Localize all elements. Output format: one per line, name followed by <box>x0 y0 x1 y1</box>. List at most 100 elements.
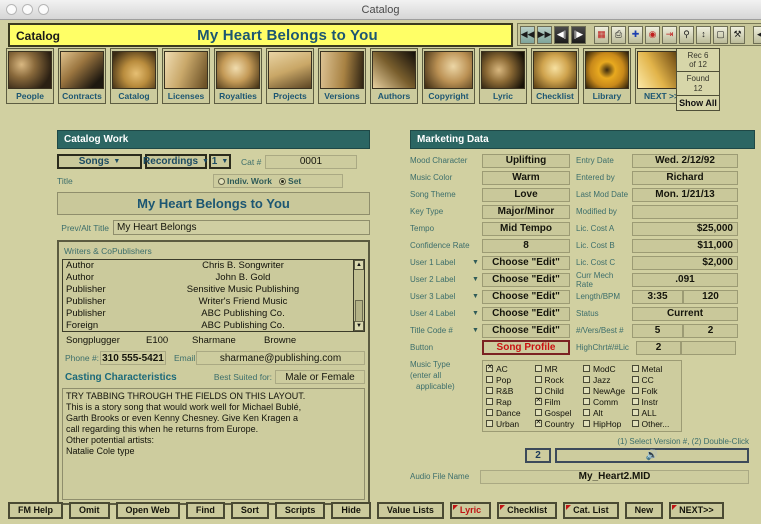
song-profile-button[interactable]: Song Profile <box>482 340 570 355</box>
checkbox-icon[interactable] <box>486 398 493 405</box>
print-icon[interactable]: ⎙ <box>611 25 626 44</box>
music-type-hiphop[interactable]: HipHop <box>583 418 630 429</box>
layout-mode-icon[interactable]: ▦ <box>594 25 609 44</box>
music-type-modc[interactable]: ModC <box>583 363 630 374</box>
status-badge[interactable]: Current <box>632 306 738 321</box>
checkbox-icon[interactable] <box>486 387 493 394</box>
writers-list-scrollbar[interactable]: ▲ ▼ <box>353 260 364 331</box>
chevron-down-icon[interactable]: ▼ <box>472 293 482 300</box>
best-field[interactable]: 2 <box>683 323 738 338</box>
key-type-field[interactable]: Major/Minor <box>482 204 570 219</box>
new-button[interactable]: New <box>624 501 664 519</box>
trash-icon[interactable]: ▢ <box>713 25 728 44</box>
open-web-button[interactable]: Open Web <box>115 501 180 519</box>
music-type-checkbox-group[interactable]: AC MR ModC Metal Pop Rock Jazz CC R&B Ch… <box>482 360 682 432</box>
modified-by-field[interactable] <box>632 204 738 219</box>
checkbox-icon[interactable] <box>583 420 590 427</box>
vers-field[interactable]: 5 <box>632 323 683 338</box>
music-type-rnb[interactable]: R&B <box>486 385 533 396</box>
music-color-field[interactable]: Warm <box>482 170 570 185</box>
song-theme-field[interactable]: Love <box>482 187 570 202</box>
email-field[interactable]: sharmane@publishing.com <box>196 351 365 365</box>
nav-tile-authors[interactable]: Authors <box>370 48 418 104</box>
chevron-down-icon[interactable]: ▼ <box>472 259 482 266</box>
music-type-jazz[interactable]: Jazz <box>583 374 630 385</box>
title-field[interactable]: My Heart Belongs to You <box>57 192 370 215</box>
chevron-down-icon[interactable]: ▼ <box>472 276 482 283</box>
checkbox-icon[interactable] <box>486 364 493 372</box>
lic-cost-c-field[interactable]: $2,000 <box>632 255 738 270</box>
best-suited-field[interactable]: Male or Female <box>275 370 365 384</box>
music-type-comm[interactable]: Comm <box>583 396 630 407</box>
nav-tile-checklist[interactable]: Checklist <box>531 48 579 104</box>
lyric-button[interactable]: Lyric <box>449 501 492 519</box>
checklist-button[interactable]: Checklist <box>497 501 558 519</box>
go-to-first-record-icon[interactable]: ◀◀ <box>520 25 535 44</box>
entry-date-field[interactable]: Wed. 2/12/92 <box>632 153 738 168</box>
checkbox-icon[interactable] <box>534 409 542 416</box>
audio-play-button[interactable]: 🔊 <box>555 448 749 463</box>
user-2-field[interactable]: Choose "Edit" <box>482 272 570 287</box>
table-row[interactable]: Publisher Writer's Friend Music <box>63 296 364 308</box>
checkbox-icon[interactable] <box>583 409 590 416</box>
music-type-alt[interactable]: Alt <box>583 407 630 418</box>
music-type-metal[interactable]: Metal <box>631 363 679 374</box>
checkbox-icon[interactable] <box>631 387 639 394</box>
confidence-rate-field[interactable]: 8 <box>482 238 570 253</box>
checkbox-icon[interactable] <box>583 365 590 372</box>
checkbox-icon[interactable] <box>583 387 590 394</box>
checkbox-icon[interactable] <box>631 409 639 416</box>
table-row[interactable]: Publisher Sensitive Music Publishing <box>63 284 364 296</box>
music-type-instr[interactable]: Instr <box>631 396 679 407</box>
cat-list-button[interactable]: Cat. List <box>563 501 619 519</box>
work-scope-radio-group[interactable]: Indiv. Work Set <box>213 174 343 188</box>
navigation-tiles[interactable]: People Contracts Catalog Licenses Royalt… <box>6 48 688 104</box>
delete-record-icon[interactable]: ◉ <box>645 25 660 44</box>
export-icon[interactable]: ⇥ <box>662 25 677 44</box>
music-type-child[interactable]: Child <box>534 385 582 396</box>
music-type-film[interactable]: Film <box>534 396 582 407</box>
sort-icon[interactable]: ↕ <box>696 25 711 44</box>
new-record-icon[interactable]: ✚ <box>628 25 643 44</box>
bottom-button-bar[interactable]: FM Help Omit Open Web Find Sort Scripts … <box>0 496 761 524</box>
checkbox-icon[interactable] <box>534 376 542 383</box>
nav-tile-people[interactable]: People <box>6 48 54 104</box>
last-mod-date-field[interactable]: Mon. 1/21/13 <box>632 187 738 202</box>
checkbox-icon[interactable] <box>631 376 639 383</box>
show-all-button[interactable]: Show All <box>677 94 719 110</box>
title-code-field[interactable]: Choose "Edit" <box>482 323 570 338</box>
scroll-up-icon[interactable]: ▲ <box>354 260 364 270</box>
checkbox-icon[interactable] <box>486 409 493 416</box>
nav-tile-royalties[interactable]: Royalties <box>214 48 262 104</box>
chevron-down-icon[interactable]: ▼ <box>472 310 482 317</box>
music-type-cc[interactable]: CC <box>631 374 679 385</box>
record-position[interactable]: Rec 6 of 12 <box>677 49 719 71</box>
music-type-folk[interactable]: Folk <box>631 385 679 396</box>
recordings-button[interactable]: Recordings ▼ <box>143 154 209 169</box>
version-select[interactable]: 1 ▼ <box>209 154 231 169</box>
user-1-field[interactable]: Choose "Edit" <box>482 255 570 270</box>
find-button[interactable]: Find <box>185 501 225 519</box>
checkbox-icon[interactable] <box>534 365 542 372</box>
sort-button[interactable]: Sort <box>230 501 269 519</box>
checkbox-icon[interactable] <box>534 397 542 405</box>
music-type-mr[interactable]: MR <box>534 363 582 374</box>
user-4-field[interactable]: Choose "Edit" <box>482 306 570 321</box>
writers-list[interactable]: Author Chris B. Songwriter Author John B… <box>62 259 365 332</box>
lic-cost-a-field[interactable]: $25,000 <box>632 221 738 236</box>
fm-help-button[interactable]: FM Help <box>8 501 63 519</box>
music-type-pop[interactable]: Pop <box>486 374 533 385</box>
music-type-urban[interactable]: Urban <box>486 418 533 429</box>
table-row[interactable]: Publisher ABC Publishing Co. <box>63 308 364 320</box>
table-row[interactable]: Author Chris B. Songwriter <box>63 260 364 272</box>
mood-character-field[interactable]: Uplifting <box>482 153 570 168</box>
checkbox-icon[interactable] <box>631 398 639 405</box>
chevron-down-icon[interactable]: ▼ <box>472 327 482 334</box>
version-number-field[interactable]: 2 <box>525 448 551 463</box>
scrollbar-thumb[interactable] <box>355 300 363 322</box>
songs-button[interactable]: Songs ▼ <box>57 154 142 169</box>
music-type-ac[interactable]: AC <box>486 363 533 374</box>
length-field[interactable]: 3:35 <box>632 289 683 304</box>
omit-button[interactable]: Omit <box>69 501 110 519</box>
checkbox-icon[interactable] <box>534 419 542 427</box>
